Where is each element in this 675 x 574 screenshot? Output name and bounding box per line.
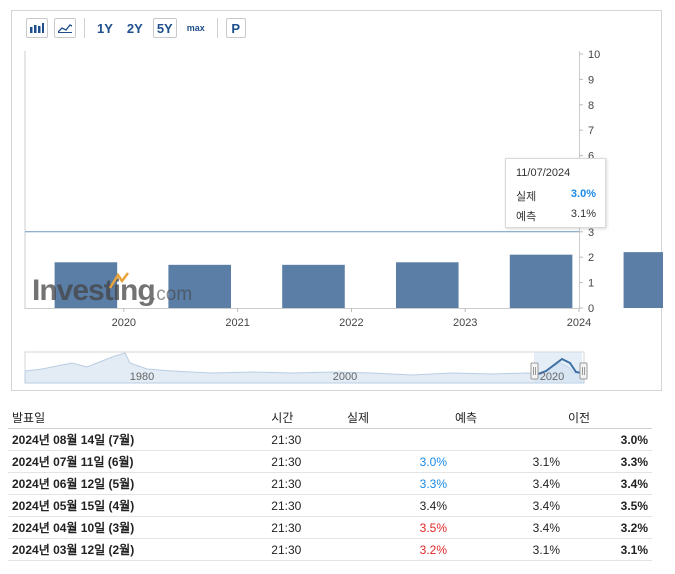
y-tick-label: 8 bbox=[588, 100, 594, 112]
chart-panel: Investing.com 01234567891020202021202220… bbox=[11, 10, 663, 391]
y-tick-label: 1 bbox=[588, 278, 594, 290]
row-previous: 3.2% bbox=[564, 516, 652, 539]
row-previous: 3.5% bbox=[564, 494, 652, 517]
header-forecast: 예측 bbox=[451, 406, 564, 429]
navigator-year-label: 1980 bbox=[130, 371, 154, 383]
row-actual bbox=[343, 428, 451, 451]
chart-bar bbox=[282, 264, 345, 308]
row-previous: 3.0% bbox=[564, 428, 652, 451]
x-tick-label: 2023 bbox=[453, 317, 477, 329]
table-row: 2024년 04월 10일 (3월) 21:30 3.5% 3.4% 3.2% bbox=[8, 516, 652, 539]
investing-watermark: Investing bbox=[32, 274, 155, 307]
header-time: 시간 bbox=[267, 406, 343, 429]
row-forecast: 3.1% bbox=[451, 538, 564, 561]
range-5y-button[interactable]: 5Y bbox=[152, 18, 177, 38]
tooltip-actual-value: 3.0% bbox=[570, 188, 596, 200]
range-2y-button[interactable]: 2Y bbox=[123, 18, 147, 38]
table-row: 2024년 03월 12일 (2월) 21:30 3.2% 3.1% 3.1% bbox=[8, 538, 652, 561]
navigator-right-handle[interactable] bbox=[579, 362, 588, 380]
row-forecast: 3.4% bbox=[451, 494, 564, 517]
row-previous: 3.4% bbox=[564, 472, 652, 495]
row-actual: 3.2% bbox=[343, 538, 451, 561]
row-previous: 3.1% bbox=[564, 538, 652, 561]
row-time: 21:30 bbox=[267, 494, 343, 517]
header-actual: 실제 bbox=[343, 406, 451, 429]
row-time: 21:30 bbox=[267, 516, 343, 539]
row-time: 21:30 bbox=[267, 428, 343, 451]
line-chart-icon[interactable] bbox=[54, 18, 76, 38]
x-tick-label: 2020 bbox=[112, 317, 136, 329]
bar-chart-icon[interactable] bbox=[26, 18, 48, 38]
y-tick-label: 0 bbox=[588, 303, 594, 315]
tooltip-forecast-value: 3.1% bbox=[570, 208, 596, 220]
chart-toolbar: 1Y 2Y 5Y max P bbox=[26, 15, 252, 41]
row-forecast: 3.1% bbox=[451, 450, 564, 473]
header-previous: 이전 bbox=[564, 406, 652, 429]
y-tick-label: 7 bbox=[588, 125, 594, 137]
toolbar-divider bbox=[84, 18, 85, 38]
row-forecast bbox=[451, 428, 564, 451]
range-max-button[interactable]: max bbox=[183, 18, 209, 38]
row-previous: 3.3% bbox=[564, 450, 652, 473]
row-actual: 3.0% bbox=[343, 450, 451, 473]
table-row: 2024년 07월 11일 (6월) 21:30 3.0% 3.1% 3.3% bbox=[8, 450, 652, 473]
y-tick-label: 9 bbox=[588, 74, 594, 86]
row-date: 2024년 05월 15일 (4월) bbox=[8, 494, 268, 517]
y-tick-label: 10 bbox=[588, 49, 600, 61]
x-tick-label: 2024 bbox=[567, 317, 591, 329]
table-row: 2024년 08월 14일 (7월) 21:30 3.0% bbox=[8, 428, 652, 451]
row-date: 2024년 08월 14일 (7월) bbox=[8, 428, 268, 451]
row-forecast: 3.4% bbox=[451, 472, 564, 495]
chart-bar bbox=[395, 262, 459, 308]
tooltip-actual-label: 실제 bbox=[516, 191, 537, 203]
navigator[interactable]: 1980 2000 2020 bbox=[24, 351, 588, 384]
chart-bar bbox=[623, 252, 663, 308]
range-1y-button[interactable]: 1Y bbox=[93, 18, 117, 38]
header-release-date: 발표일 bbox=[8, 406, 268, 429]
toolbar-divider bbox=[216, 18, 218, 38]
x-tick-label: 2021 bbox=[225, 317, 249, 329]
row-time: 21:30 bbox=[267, 472, 343, 495]
tooltip-date: 11/07/2024 bbox=[516, 167, 571, 179]
row-date: 2024년 04월 10일 (3월) bbox=[8, 516, 268, 539]
y-tick-label: 3 bbox=[588, 227, 594, 239]
chart-bar bbox=[509, 254, 573, 308]
row-time: 21:30 bbox=[267, 538, 343, 561]
p-button[interactable]: P bbox=[225, 18, 246, 38]
table-row: 2024년 05월 15일 (4월) 21:30 3.4% 3.4% 3.5% bbox=[8, 494, 652, 517]
row-date: 2024년 06월 12일 (5월) bbox=[8, 472, 268, 495]
row-forecast: 3.4% bbox=[451, 516, 564, 539]
row-date: 2024년 07월 11일 (6월) bbox=[8, 450, 268, 473]
chart-tooltip: 11/07/2024 실제 3.0% 예측 3.1% bbox=[505, 158, 606, 228]
row-actual: 3.3% bbox=[343, 472, 451, 495]
history-table: 발표일 시간 실제 예측 이전 2024년 08월 14일 (7월) 21:30 3… bbox=[8, 406, 652, 561]
tooltip-forecast-label: 예측 bbox=[516, 211, 537, 223]
navigator-year-label: 2000 bbox=[333, 371, 357, 383]
row-time: 21:30 bbox=[267, 450, 343, 473]
x-tick-label: 2022 bbox=[339, 317, 363, 329]
y-tick-label: 2 bbox=[588, 252, 594, 264]
row-date: 2024년 03월 12일 (2월) bbox=[8, 538, 268, 561]
watermark-layer: Investing.com bbox=[32, 272, 192, 307]
navigator-year-label: 2020 bbox=[540, 371, 564, 383]
table-header-row: 발표일 시간 실제 예측 이전 bbox=[8, 406, 652, 429]
row-actual: 3.5% bbox=[343, 516, 451, 539]
table-row: 2024년 06월 12일 (5월) 21:30 3.3% 3.4% 3.4% bbox=[8, 472, 652, 495]
investing-watermark-suffix: .com bbox=[151, 284, 192, 305]
navigator-left-handle[interactable] bbox=[530, 362, 539, 380]
row-actual: 3.4% bbox=[343, 494, 451, 517]
